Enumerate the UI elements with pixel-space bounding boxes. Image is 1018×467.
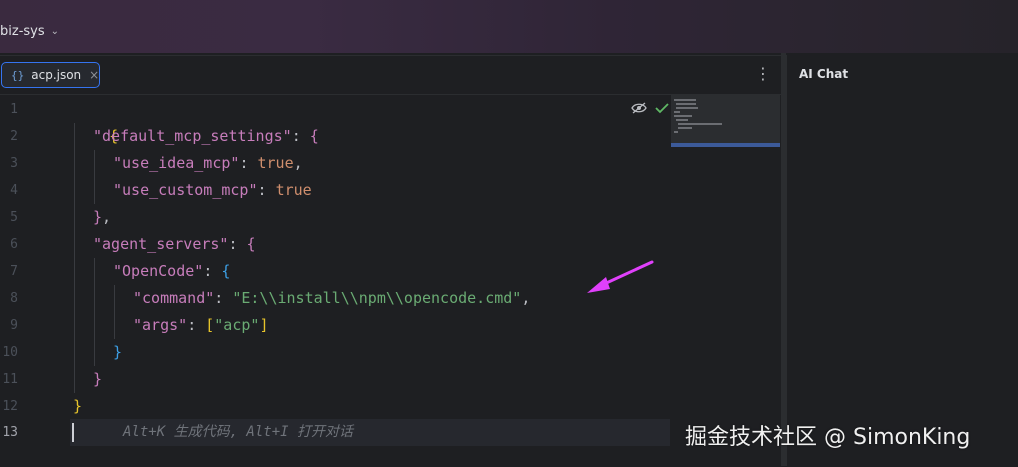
minimap-line — [674, 111, 680, 113]
minimap-viewport-indicator — [671, 143, 780, 147]
line-number: 5 — [10, 210, 18, 225]
line-number: 6 — [10, 237, 18, 252]
close-icon[interactable]: × — [89, 68, 99, 82]
line-number: 2 — [10, 129, 18, 144]
indent-guide — [94, 258, 95, 366]
editor-tab-bar: {} acp.json × ⋮ — [0, 56, 781, 95]
watermark: 掘金技术社区 @ SimonKing — [685, 425, 971, 450]
code-line: "OpenCode": { — [113, 262, 231, 280]
code-line: "command": "E:\\install\\npm\\opencode.c… — [133, 289, 531, 307]
minimap-line — [676, 103, 696, 105]
minimap-line — [676, 119, 688, 121]
text-caret — [72, 423, 74, 442]
code-line: } — [93, 370, 103, 388]
line-number: 8 — [10, 291, 18, 306]
line-number: 9 — [10, 318, 18, 333]
tab-label: acp.json — [31, 68, 82, 82]
line-number-current: 13 — [2, 425, 18, 440]
annotation-arrow — [587, 260, 654, 293]
code-minimap[interactable] — [671, 94, 780, 147]
line-number: 3 — [10, 156, 18, 171]
code-line: { — [109, 127, 119, 145]
minimap-line — [678, 123, 722, 125]
code-line: "use_custom_mcp": true — [113, 181, 312, 199]
inspection-widget — [631, 99, 669, 118]
minimap-line — [674, 131, 678, 133]
chevron-down-icon: ⌄ — [50, 26, 60, 37]
line-number: 4 — [10, 183, 18, 198]
reader-mode-eye-icon[interactable] — [631, 99, 647, 118]
tab-acp-json[interactable]: {} acp.json × — [1, 62, 100, 88]
code-line: "agent_servers": { — [93, 235, 256, 253]
indent-guide — [114, 285, 115, 339]
inline-ai-hint: Alt+K 生成代码, Alt+I 打开对话 — [123, 424, 354, 440]
more-options-icon[interactable]: ⋮ — [755, 65, 771, 83]
line-number: 10 — [2, 345, 18, 360]
code-line: } — [73, 397, 83, 415]
code-line: } — [113, 343, 123, 361]
line-number: 11 — [2, 372, 18, 387]
check-icon[interactable] — [655, 99, 669, 118]
line-number: 12 — [2, 399, 18, 414]
code-line: "use_idea_mcp": true, — [113, 154, 303, 172]
code-line: "args": ["acp"] — [133, 316, 269, 334]
ai-chat-panel: AI Chat — [786, 55, 1018, 466]
title-bar: biz-sys ⌄ — [0, 0, 1018, 53]
line-number: 7 — [10, 264, 18, 279]
code-line: }, — [93, 208, 112, 226]
minimap-line — [674, 115, 692, 117]
code-line: "default_mcp_settings": { — [93, 127, 319, 145]
panel-title: AI Chat — [799, 67, 849, 81]
minimap-line — [676, 107, 698, 109]
indent-guide — [94, 150, 95, 204]
minimap-line — [678, 127, 692, 129]
project-selector[interactable]: biz-sys ⌄ — [0, 24, 59, 39]
json-braces-icon: {} — [11, 68, 25, 82]
line-number: 1 — [10, 102, 18, 117]
minimap-line — [674, 99, 696, 101]
project-name: biz-sys — [0, 24, 45, 39]
